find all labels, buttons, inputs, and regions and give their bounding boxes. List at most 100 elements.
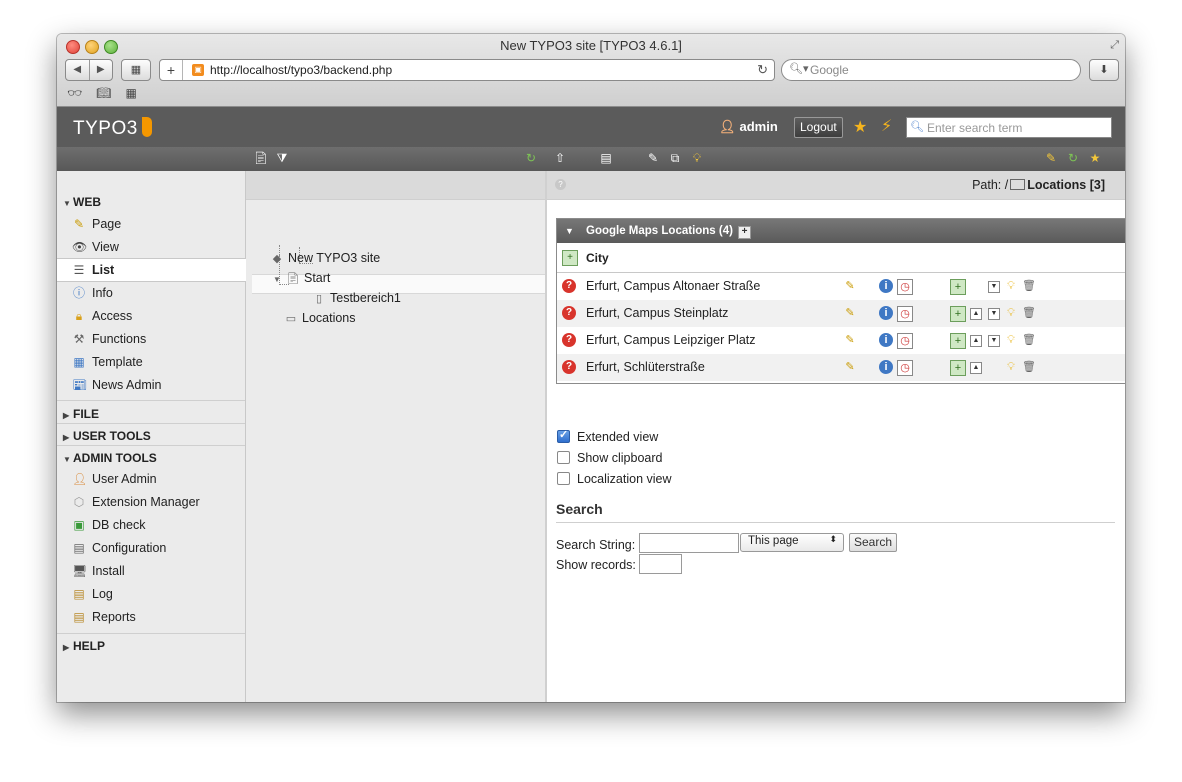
table-header[interactable]: ▼ Google Maps Locations (4) + bbox=[557, 219, 1125, 243]
chevron-down-icon[interactable]: ▼ bbox=[272, 275, 282, 284]
backend-search-input[interactable]: 🔍︎ Enter search term bbox=[906, 117, 1112, 138]
delete-icon[interactable]: 🗑︎ bbox=[1022, 279, 1036, 293]
tree-root[interactable]: ◆ New TYPO3 site bbox=[270, 251, 380, 265]
address-bar[interactable]: + ▣ http://localhost/typo3/backend.php ↻ bbox=[159, 59, 775, 81]
module-group-file[interactable]: ▶ FILE bbox=[63, 407, 99, 421]
extended-view-option[interactable]: Extended view bbox=[557, 428, 658, 444]
tree-node-start[interactable]: ▼ 📄︎ Start bbox=[272, 271, 330, 285]
reload-icon[interactable]: ↻ bbox=[1066, 151, 1080, 165]
move-down-icon[interactable]: ▼ bbox=[988, 335, 1000, 347]
user-menu[interactable]: 👤︎ admin bbox=[719, 119, 778, 135]
module-log[interactable]: ▤ Log bbox=[57, 583, 245, 605]
new-record-after-icon[interactable]: + bbox=[950, 360, 966, 376]
column-header-city[interactable]: City bbox=[586, 251, 609, 265]
show-clipboard-checkbox[interactable] bbox=[557, 451, 570, 464]
module-template[interactable]: ▦ Template bbox=[57, 351, 245, 373]
forward-icon[interactable]: ▶ bbox=[90, 60, 113, 80]
module-functions[interactable]: ⚒ Functions bbox=[57, 328, 245, 350]
browser-search-field[interactable]: 🔍︎▾ Google bbox=[781, 59, 1081, 81]
show-records-input[interactable] bbox=[639, 554, 682, 574]
module-reports[interactable]: ▤ Reports bbox=[57, 606, 245, 628]
new-record-after-icon[interactable]: + bbox=[950, 333, 966, 349]
record-title[interactable]: Erfurt, Campus Steinplatz bbox=[586, 306, 728, 320]
back-icon[interactable]: ◀ bbox=[66, 60, 90, 80]
module-install[interactable]: 🖥︎ Install bbox=[57, 560, 245, 582]
go-up-icon[interactable]: ⇧ bbox=[553, 151, 567, 165]
new-page-icon[interactable]: 📄︎ bbox=[253, 151, 268, 165]
reading-list-icon[interactable]: 👓︎ bbox=[67, 86, 82, 100]
move-up-icon[interactable]: ▲ bbox=[970, 335, 982, 347]
record-title[interactable]: Erfurt, Campus Altonaer Straße bbox=[586, 279, 760, 293]
chevron-down-icon[interactable]: ▼ bbox=[565, 219, 574, 243]
url-text[interactable]: http://localhost/typo3/backend.php bbox=[210, 63, 392, 77]
fullscreen-icon[interactable]: ⤢ bbox=[1110, 39, 1119, 52]
history-icon[interactable]: ◷ bbox=[897, 333, 913, 349]
edit-page-icon[interactable]: ✎ bbox=[646, 151, 660, 165]
module-list[interactable]: ☰ List bbox=[57, 258, 246, 282]
localization-view-option[interactable]: Localization view bbox=[557, 472, 672, 486]
move-down-icon[interactable]: ▼ bbox=[988, 281, 1000, 293]
module-group-web[interactable]: ▼ WEB bbox=[63, 195, 101, 209]
grid-view-icon[interactable]: ▦ bbox=[125, 86, 136, 100]
hide-icon[interactable]: 💡︎ bbox=[1004, 360, 1018, 374]
edit-icon[interactable]: ✎ bbox=[843, 333, 857, 347]
delete-icon[interactable]: 🗑︎ bbox=[1022, 360, 1036, 374]
search-scope-select[interactable]: This page ⬍ bbox=[740, 533, 844, 552]
info-icon[interactable]: i bbox=[879, 279, 893, 293]
info-icon[interactable]: i bbox=[879, 306, 893, 320]
info-icon[interactable]: i bbox=[879, 333, 893, 347]
edit-icon[interactable]: ✎ bbox=[843, 360, 857, 374]
hide-icon[interactable]: 💡︎ bbox=[1004, 279, 1018, 293]
bookmarks-icon[interactable]: 📖︎ bbox=[96, 86, 111, 100]
new-record-after-icon[interactable]: + bbox=[950, 279, 966, 295]
history-icon[interactable]: ◷ bbox=[897, 279, 913, 295]
new-record-after-icon[interactable]: + bbox=[950, 306, 966, 322]
history-icon[interactable]: ◷ bbox=[897, 360, 913, 376]
show-clipboard-option[interactable]: Show clipboard bbox=[557, 451, 662, 465]
localization-view-checkbox[interactable] bbox=[557, 472, 570, 485]
module-user-admin[interactable]: 👤︎ User Admin bbox=[57, 468, 245, 490]
view-page-icon[interactable]: 💡︎ bbox=[690, 151, 704, 165]
module-info[interactable]: ⓘ Info bbox=[57, 282, 245, 304]
filter-icon[interactable]: ⧩ bbox=[275, 151, 289, 165]
delete-icon[interactable]: 🗑︎ bbox=[1022, 333, 1036, 347]
logout-button[interactable]: Logout bbox=[794, 117, 843, 138]
bookmark-star-icon[interactable]: ★ bbox=[853, 117, 867, 137]
move-up-icon[interactable]: ▲ bbox=[970, 362, 982, 374]
refresh-tree-icon[interactable]: ↻ bbox=[524, 151, 538, 165]
edit-icon[interactable]: ✎ bbox=[843, 306, 857, 320]
downloads-icon[interactable]: ⬇ bbox=[1089, 59, 1119, 81]
clear-cache-icon[interactable]: ⚡︎ bbox=[881, 116, 892, 136]
module-access[interactable]: 🔒︎ Access bbox=[57, 305, 245, 327]
module-group-user-tools[interactable]: ▶ USER TOOLS bbox=[63, 429, 151, 443]
module-group-admin-tools[interactable]: ▼ ADMIN TOOLS bbox=[63, 451, 157, 465]
history-icon[interactable]: ◷ bbox=[897, 306, 913, 322]
new-record-icon[interactable]: ▤ bbox=[599, 151, 613, 165]
record-title[interactable]: Erfurt, Campus Leipziger Platz bbox=[586, 333, 756, 347]
move-down-icon[interactable]: ▼ bbox=[988, 308, 1000, 320]
add-bookmark-button[interactable]: + bbox=[160, 60, 183, 80]
delete-icon[interactable]: 🗑︎ bbox=[1022, 306, 1036, 320]
module-page[interactable]: ✎ Page bbox=[57, 213, 245, 235]
new-record-icon[interactable]: + bbox=[562, 250, 578, 266]
hide-icon[interactable]: 💡︎ bbox=[1004, 306, 1018, 320]
info-icon[interactable]: i bbox=[879, 360, 893, 374]
module-extension-manager[interactable]: ⬡ Extension Manager bbox=[57, 491, 245, 513]
tree-node-testbereich1[interactable]: ▯ Testbereich1 bbox=[312, 291, 401, 305]
tree-node-locations[interactable]: ▭ Locations bbox=[284, 311, 356, 325]
move-page-icon[interactable]: ⧉ bbox=[668, 151, 682, 165]
move-up-icon[interactable]: ▲ bbox=[970, 308, 982, 320]
hide-icon[interactable]: 💡︎ bbox=[1004, 333, 1018, 347]
top-sites-icon[interactable]: ▦ bbox=[121, 59, 151, 81]
add-shortcut-icon[interactable]: ★ bbox=[1088, 151, 1102, 165]
module-view[interactable]: 👁︎ View bbox=[57, 236, 245, 258]
reload-icon[interactable]: ↻ bbox=[757, 62, 768, 78]
module-group-help[interactable]: ▶ HELP bbox=[63, 639, 105, 653]
extended-view-checkbox[interactable] bbox=[557, 428, 570, 443]
edit-icon[interactable]: ✎ bbox=[843, 279, 857, 293]
expand-table-button[interactable]: + bbox=[738, 226, 751, 239]
shortcut-icon[interactable]: ✎ bbox=[1044, 151, 1058, 165]
help-icon[interactable]: ? bbox=[555, 179, 566, 190]
module-news-admin[interactable]: 📰︎ News Admin bbox=[57, 374, 245, 396]
search-string-input[interactable] bbox=[639, 533, 739, 553]
